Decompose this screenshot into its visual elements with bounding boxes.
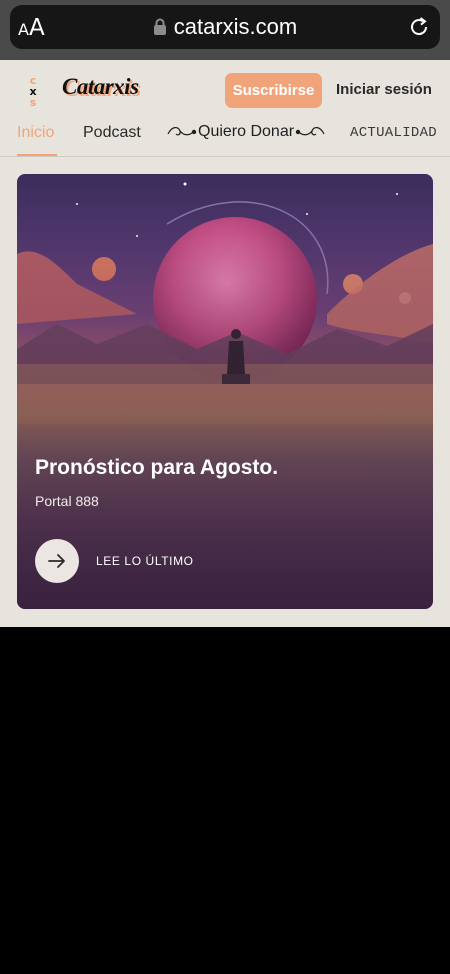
nav-item-inicio[interactable]: Inicio [17, 124, 54, 142]
reload-icon[interactable] [408, 16, 430, 38]
login-link[interactable]: Iniciar sesión [336, 81, 432, 98]
nav-divider [0, 156, 450, 157]
featured-post-card[interactable]: Pronóstico para Agosto. Portal 888 LEE L… [17, 174, 433, 609]
logo-mark-icon[interactable]: c x s [22, 74, 44, 108]
read-latest-button[interactable] [35, 539, 79, 583]
nav-item-donar-label: Quiero Donar [198, 123, 295, 140]
browser-toolbar: AA catarxis.com [0, 0, 450, 60]
svg-text:s: s [30, 96, 37, 108]
arrow-right-icon [48, 554, 65, 568]
brand-name[interactable]: Catarxis [62, 74, 139, 100]
nav-item-actualidad[interactable]: ACTUALIDAD [350, 125, 437, 141]
nav-item-podcast[interactable]: Podcast [83, 124, 141, 142]
featured-post-subtitle: Portal 888 [35, 493, 99, 509]
read-latest-label[interactable]: LEE LO ÚLTIMO [96, 554, 194, 568]
flourish-right-icon [295, 127, 325, 136]
lock-icon [153, 18, 166, 35]
url-text: catarxis.com [173, 14, 298, 39]
page: c x s Catarxis Suscribirse Iniciar sesió… [0, 60, 450, 627]
featured-post-image [17, 174, 433, 609]
flourish-left-icon [167, 127, 197, 136]
nav-item-donar[interactable]: Quiero Donar [166, 122, 326, 142]
featured-post-title[interactable]: Pronóstico para Agosto. [35, 456, 278, 480]
subscribe-button[interactable]: Suscribirse [225, 73, 322, 108]
address-bar[interactable]: AA catarxis.com [10, 5, 440, 49]
